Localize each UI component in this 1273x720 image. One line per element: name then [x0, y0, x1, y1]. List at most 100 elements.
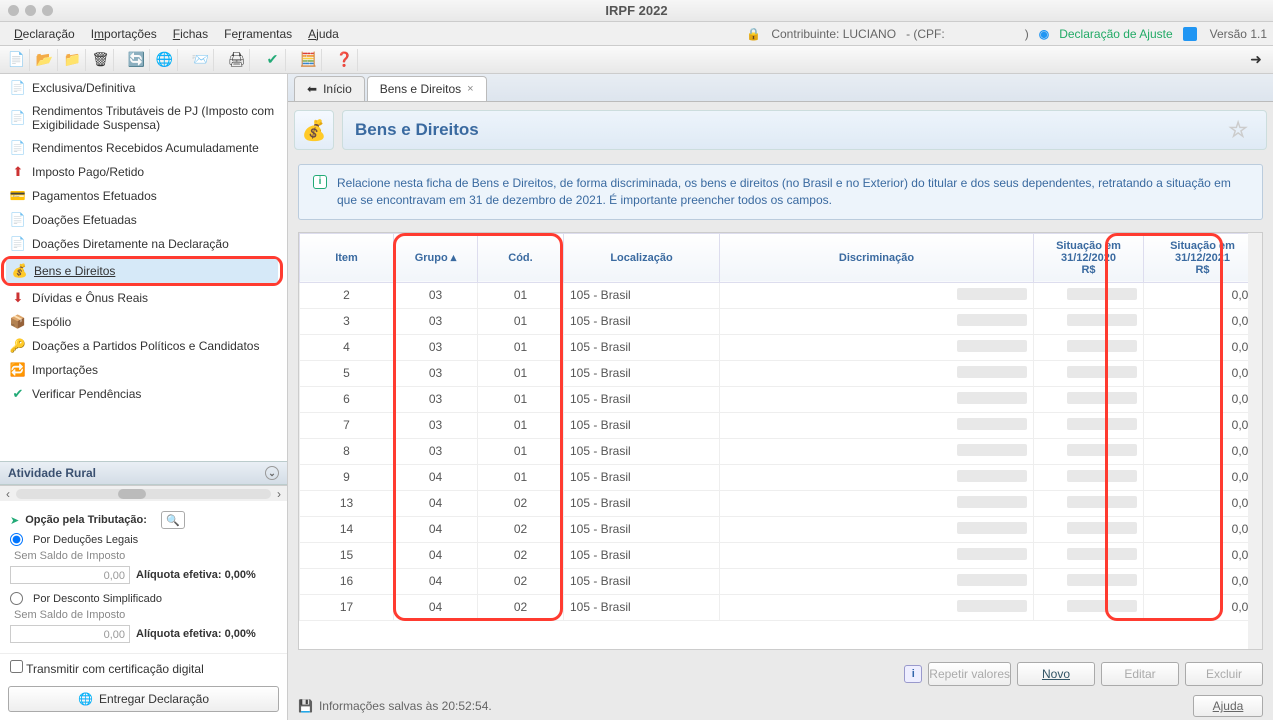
refresh-icon[interactable]: 🔄 [124, 49, 150, 71]
col-item[interactable]: Item [300, 233, 394, 282]
sidebar-hscroll[interactable]: ‹ › [0, 485, 287, 501]
table-row[interactable]: 130402105 - Brasil0,00 [300, 490, 1262, 516]
cpf-label: - (CPF: [906, 27, 945, 41]
menu-fichas[interactable]: Fichas [165, 27, 216, 41]
col-s2020[interactable]: Situação em31/12/2020R$ [1034, 233, 1144, 282]
tab-inicio[interactable]: ⬅Início [294, 76, 365, 101]
menu-ferramentas[interactable]: Ferramentas [216, 27, 300, 41]
money-icon: 💰 [12, 263, 28, 279]
help-icon[interactable]: ❓ [332, 49, 358, 71]
scroll-right-icon[interactable]: › [271, 487, 287, 501]
sort-asc-icon: ▴ [451, 252, 457, 264]
contribuinte-label: Contribuinte: LUCIANO [771, 27, 896, 41]
sidebar-item-imposto-pago[interactable]: ⬆Imposto Pago/Retido [4, 160, 283, 184]
window-controls[interactable] [8, 5, 53, 16]
status-message: Informações salvas às 20:52:54. [319, 699, 492, 713]
close-icon[interactable]: × [467, 83, 473, 95]
globe-icon[interactable]: 🌐 [152, 49, 178, 71]
tax-panel: ➤ Opção pela Tributação: 🔍 Por Deduções … [0, 501, 287, 653]
table-row[interactable]: 150402105 - Brasil0,00 [300, 542, 1262, 568]
doc-icon: 📄 [10, 212, 26, 228]
menu-declaracao[interactable]: Declaração [6, 27, 83, 41]
declaracao-tipo-icon: ◉ [1039, 27, 1049, 41]
search-icon[interactable]: 🔍 [161, 511, 185, 529]
minimize-window-icon[interactable] [25, 5, 36, 16]
radio-deducoes[interactable] [10, 533, 23, 546]
table-row[interactable]: 20301105 - Brasil0,00 [300, 282, 1262, 308]
sidebar-item-espolio[interactable]: 📦Espólio [4, 310, 283, 334]
table-row[interactable]: 30301105 - Brasil0,00 [300, 308, 1262, 334]
sidebar-item-dividas[interactable]: ⬇Dívidas e Ônus Reais [4, 286, 283, 310]
table-row[interactable]: 80301105 - Brasil0,00 [300, 438, 1262, 464]
open-folder-icon[interactable]: 📂 [32, 49, 58, 71]
arrow-icon: ➤ [10, 514, 19, 527]
col-cod[interactable]: Cód. [478, 233, 564, 282]
scroll-thumb[interactable] [118, 489, 146, 499]
calculator-icon[interactable]: 🧮 [296, 49, 322, 71]
exit-icon[interactable]: ➜ [1243, 49, 1269, 71]
home-icon: ⬅ [307, 82, 317, 96]
table-scrollbar[interactable] [1248, 233, 1262, 649]
declaracao-tipo: Declaração de Ajuste [1059, 27, 1172, 41]
sidebar-item-importacoes[interactable]: 🔁Importações [4, 358, 283, 382]
sidebar-item-bens-direitos[interactable]: 💰Bens e Direitos [6, 259, 278, 283]
table-row[interactable]: 170402105 - Brasil0,00 [300, 594, 1262, 620]
radio-simplificado[interactable] [10, 592, 23, 605]
toolbar: 📄 📂 📁 🗑 🔄 🌐 📨 🖨 ✔ 🧮 ❓ ➜ [0, 46, 1273, 74]
info-box: i Relacione nesta ficha de Bens e Direit… [298, 164, 1263, 220]
entregar-button[interactable]: 🌐 Entregar Declaração [8, 686, 279, 712]
col-grupo[interactable]: Grupo ▴ [394, 233, 478, 282]
novo-button[interactable]: Novo [1017, 662, 1095, 686]
scroll-left-icon[interactable]: ‹ [0, 487, 16, 501]
sidebar-item-pagamentos[interactable]: 💳Pagamentos Efetuados [4, 184, 283, 208]
maximize-window-icon[interactable] [42, 5, 53, 16]
check-icon: ✔ [10, 386, 26, 402]
ajuda-button[interactable]: Ajuda [1193, 695, 1263, 717]
close-window-icon[interactable] [8, 5, 19, 16]
check-icon[interactable]: ✔ [260, 49, 286, 71]
menu-ajuda[interactable]: Ajuda [300, 27, 347, 41]
sidebar-item-doacoes-partidos[interactable]: 🔑Doações a Partidos Políticos e Candidat… [4, 334, 283, 358]
sidebar-item-doacoes[interactable]: 📄Doações Efetuadas [4, 208, 283, 232]
table-row[interactable]: 140402105 - Brasil0,00 [300, 516, 1262, 542]
sidebar-item-exclusiva[interactable]: 📄Exclusiva/Definitiva [4, 76, 283, 100]
table-row[interactable]: 90401105 - Brasil0,00 [300, 464, 1262, 490]
cert-checkbox[interactable] [10, 660, 23, 673]
excluir-button[interactable]: Excluir [1185, 662, 1263, 686]
new-file-icon[interactable]: 📄 [4, 49, 30, 71]
star-icon[interactable]: ☆ [1228, 117, 1248, 143]
table-row[interactable]: 160402105 - Brasil0,00 [300, 568, 1262, 594]
folder-icon[interactable]: 📁 [60, 49, 86, 71]
table-row[interactable]: 60301105 - Brasil0,00 [300, 386, 1262, 412]
col-loc[interactable]: Localização [564, 233, 720, 282]
editar-button[interactable]: Editar [1101, 662, 1179, 686]
valor-input-2[interactable]: 0,00 [10, 625, 130, 643]
sidebar-item-doacoes-decl[interactable]: 📄Doações Diretamente na Declaração [4, 232, 283, 256]
menubar: Declaração Importações Fichas Ferramenta… [0, 22, 1273, 46]
radio-simplificado-label: Por Desconto Simplificado [33, 593, 162, 605]
menu-importacoes[interactable]: Importações [83, 27, 165, 41]
col-disc[interactable]: Discriminação [720, 233, 1034, 282]
tax-label: Opção pela Tributação: [25, 514, 147, 526]
card-icon: 💳 [10, 188, 26, 204]
sidebar-item-rendimentos-pj[interactable]: 📄Rendimentos Tributáveis de PJ (Imposto … [4, 100, 283, 136]
lock-icon: 🔒 [746, 27, 761, 41]
info-icon: i [313, 175, 327, 189]
sidebar-item-rendimentos-acum[interactable]: 📄Rendimentos Recebidos Acumuladamente [4, 136, 283, 160]
print-icon[interactable]: 🖨 [224, 49, 250, 71]
table-row[interactable]: 50301105 - Brasil0,00 [300, 360, 1262, 386]
chevron-down-icon[interactable]: ⌄ [265, 466, 279, 480]
col-s2021[interactable]: Situação em31/12/2021R$ [1144, 233, 1262, 282]
table-row[interactable]: 70301105 - Brasil0,00 [300, 412, 1262, 438]
sidebar: 📄Exclusiva/Definitiva 📄Rendimentos Tribu… [0, 74, 288, 720]
trash-icon[interactable]: 🗑 [88, 49, 114, 71]
tab-bens-direitos[interactable]: Bens e Direitos× [367, 76, 487, 101]
repetir-button[interactable]: Repetir valores [928, 662, 1011, 686]
table-row[interactable]: 40301105 - Brasil0,00 [300, 334, 1262, 360]
send-icon[interactable]: 📨 [188, 49, 214, 71]
panel-atividade-rural[interactable]: Atividade Rural ⌄ [0, 461, 287, 485]
valor-input[interactable]: 0,00 [10, 566, 130, 584]
key-icon: 🔑 [10, 338, 26, 354]
info-icon[interactable]: i [904, 665, 922, 683]
sidebar-item-verificar[interactable]: ✔Verificar Pendências [4, 382, 283, 406]
